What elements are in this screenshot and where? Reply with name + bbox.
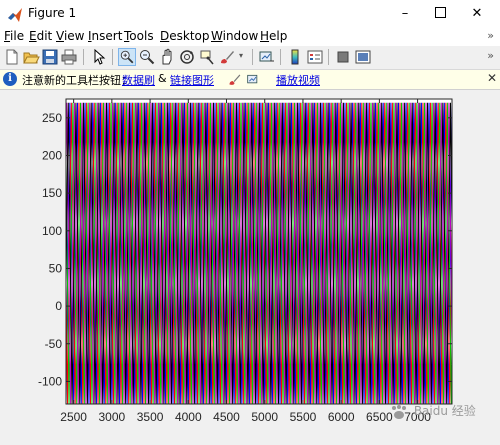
y-tick-label: 200 <box>42 148 62 162</box>
zoom-out-icon[interactable] <box>138 48 156 66</box>
open-file-icon[interactable] <box>22 48 40 66</box>
y-tick-label: 0 <box>55 299 62 313</box>
menu-view[interactable]: View <box>56 29 84 43</box>
menu-bar: File Edit View Insert Tools Desktop Wind… <box>0 28 500 46</box>
info-icon: i <box>3 72 17 86</box>
y-tick-label: 150 <box>42 186 62 200</box>
minimize-button[interactable]: – <box>388 0 422 28</box>
x-tick-label: 5000 <box>251 410 278 424</box>
show-plot-tools-icon[interactable] <box>354 48 372 66</box>
figure-window: Figure 1 – ✕ File Edit View Insert Tools… <box>0 0 500 445</box>
menu-insert[interactable]: Insert <box>88 29 122 43</box>
plot-lines <box>66 102 452 404</box>
menu-tools[interactable]: Tools <box>124 29 154 43</box>
link-plot-icon <box>247 74 258 84</box>
edit-plot-arrow-icon[interactable] <box>90 48 108 66</box>
zoom-in-icon[interactable] <box>118 48 136 66</box>
y-tick-label: 50 <box>49 261 63 275</box>
toolbar-separator <box>112 49 113 65</box>
toolbar-overflow-icon[interactable]: » <box>487 49 494 62</box>
x-tick-label: 5500 <box>290 410 317 424</box>
menu-desktop[interactable]: Desktop <box>160 29 210 43</box>
brush-icon[interactable] <box>218 48 236 66</box>
matlab-logo-icon <box>8 8 22 22</box>
y-tick-label: -100 <box>38 374 62 388</box>
toolbar-separator <box>280 49 281 65</box>
x-tick-label: 4000 <box>175 410 202 424</box>
x-tick-label: 2500 <box>60 410 87 424</box>
figure-toolbar: ▾ » <box>0 46 500 70</box>
figure-area: 2500 3000 3500 4000 4500 5000 5500 6000 6500 7000… <box>0 90 500 445</box>
menu-file[interactable]: File <box>4 29 24 43</box>
y-tick-label: 250 <box>42 111 62 125</box>
data-brush-link[interactable]: 数据刷 <box>122 72 155 88</box>
colorbar-icon[interactable] <box>286 48 304 66</box>
title-bar: Figure 1 – ✕ <box>0 0 500 28</box>
window-title: Figure 1 <box>28 6 77 20</box>
link-plot-icon[interactable] <box>258 48 276 66</box>
toolbar-separator <box>252 49 253 65</box>
close-button[interactable]: ✕ <box>460 0 494 28</box>
toolbar-separator <box>328 49 329 65</box>
info-bar: i 注意新的工具栏按钮： 数据刷 & 链接图形 播放视频 ✕ <box>0 70 500 90</box>
maximize-button[interactable] <box>423 0 457 28</box>
y-tick-label: 100 <box>42 224 62 238</box>
brush-icon <box>229 74 241 85</box>
baidu-paw-icon <box>392 404 406 419</box>
close-info-bar-button[interactable]: ✕ <box>487 71 497 85</box>
baidu-watermark: Baidu 经验 <box>388 402 476 420</box>
info-message: 注意新的工具栏按钮： <box>22 74 132 87</box>
toolbar-separator <box>83 49 84 65</box>
brush-dropdown-icon[interactable]: ▾ <box>239 51 243 60</box>
pan-hand-icon[interactable] <box>158 48 176 66</box>
plot-canvas: 2500 3000 3500 4000 4500 5000 5500 6000 6500 7000… <box>38 98 453 424</box>
menu-help[interactable]: Help <box>260 29 287 43</box>
rotate-3d-icon[interactable] <box>178 48 196 66</box>
menu-overflow-icon[interactable]: » <box>487 29 494 42</box>
watermark-text: Baidu 经验 <box>413 404 476 418</box>
print-icon[interactable] <box>60 48 78 66</box>
y-tick-label: -50 <box>45 337 63 351</box>
menu-window[interactable]: Window <box>211 29 258 43</box>
legend-icon[interactable] <box>306 48 324 66</box>
x-tick-label: 4500 <box>213 410 240 424</box>
play-video-link[interactable]: 播放视频 <box>276 72 320 88</box>
menu-edit[interactable]: Edit <box>29 29 52 43</box>
info-ampersand: & <box>158 72 167 85</box>
data-cursor-icon[interactable] <box>198 48 216 66</box>
maximize-icon <box>434 7 446 18</box>
hide-plot-tools-icon[interactable] <box>334 48 352 66</box>
x-tick-label: 3500 <box>137 410 164 424</box>
link-plot-link[interactable]: 链接图形 <box>170 72 214 88</box>
x-tick-label: 6000 <box>328 410 355 424</box>
x-tick-label: 3000 <box>99 410 126 424</box>
new-figure-icon[interactable] <box>3 48 21 66</box>
save-icon[interactable] <box>41 48 59 66</box>
